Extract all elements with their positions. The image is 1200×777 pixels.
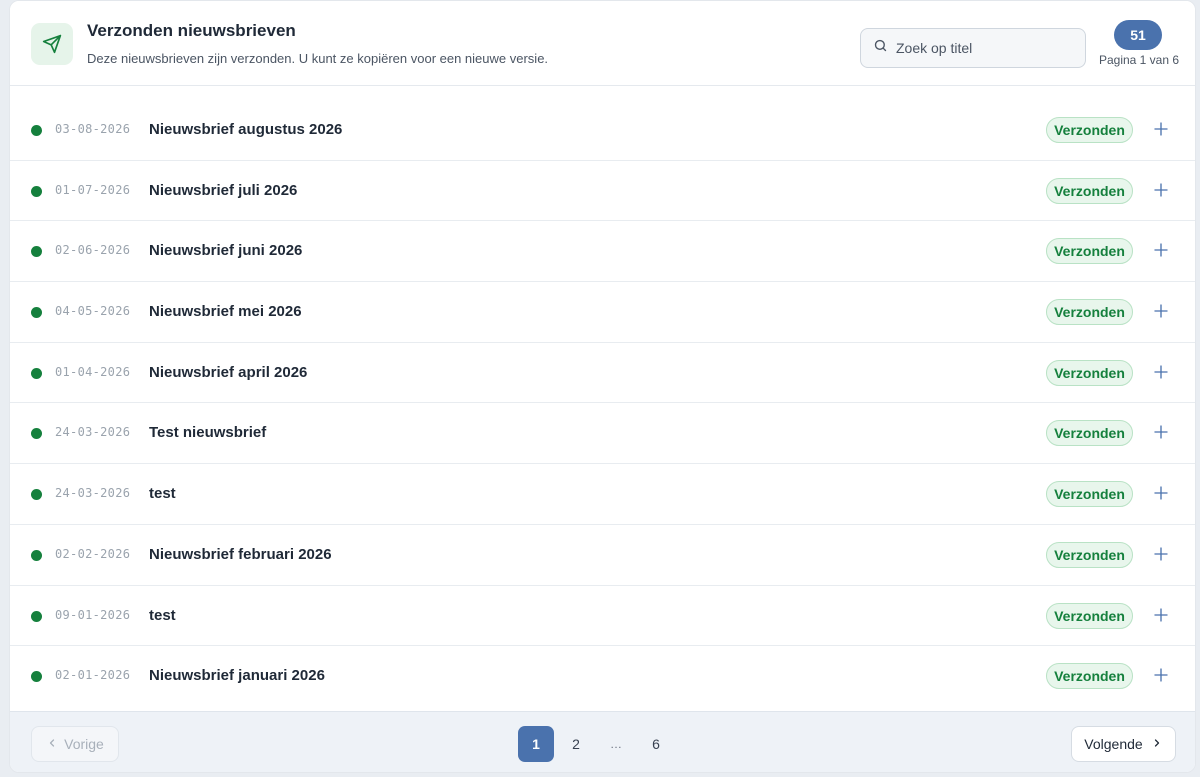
status-dot xyxy=(31,549,42,561)
status-badge: Verzonden xyxy=(1046,481,1133,508)
newsletter-row[interactable]: 02-06-2026 Nieuwsbrief juni 2026 Verzonden xyxy=(10,221,1195,283)
status-badge: Verzonden xyxy=(1046,420,1133,447)
status-dot xyxy=(31,125,42,136)
chevron-left-icon xyxy=(46,736,58,752)
page-button-2[interactable]: 2 xyxy=(558,726,594,762)
newsletter-title: test xyxy=(149,606,176,624)
newsletter-title: Nieuwsbrief augustus 2026 xyxy=(149,121,343,138)
newsletter-row[interactable]: 01-04-2026 Nieuwsbrief april 2026 Verzonde… xyxy=(10,343,1195,404)
copy-plus-icon[interactable] xyxy=(1150,118,1172,140)
next-label: Volgende xyxy=(1084,736,1143,752)
status-dot xyxy=(31,307,42,319)
newsletter-date: 02-02-2026 xyxy=(55,546,131,561)
page-ellipsis: … xyxy=(610,737,622,751)
status-dot xyxy=(31,489,42,501)
status-badge: Verzonden xyxy=(1046,238,1133,265)
newsletter-title: Nieuwsbrief februari 2026 xyxy=(149,545,332,563)
copy-plus-icon[interactable] xyxy=(1150,664,1172,686)
newsletter-row[interactable]: 03-08-2026 Nieuwsbrief augustus 2026 Verzo… xyxy=(10,100,1195,161)
page-button-1[interactable]: 1 xyxy=(518,726,554,762)
newsletter-title: test xyxy=(149,485,176,503)
copy-plus-icon[interactable] xyxy=(1150,361,1172,383)
newsletter-date: 09-01-2026 xyxy=(55,607,131,622)
status-dot xyxy=(31,185,42,197)
previous-label: Vorige xyxy=(64,736,104,752)
pagination-footer: Vorige 1 2 … 6 Volgende xyxy=(10,711,1195,772)
newsletter-row[interactable]: 01-07-2026 Nieuwsbrief juli 2026 Verzonden xyxy=(10,161,1195,222)
status-badge: Verzonden xyxy=(1046,541,1133,568)
newsletter-date: 01-04-2026 xyxy=(55,364,131,379)
status-dot xyxy=(31,367,42,379)
page-button-6[interactable]: 6 xyxy=(638,726,674,762)
newsletter-date: 24-03-2026 xyxy=(55,486,131,501)
newsletter-title: Test nieuwsbrief xyxy=(149,424,267,442)
next-button[interactable]: Volgende xyxy=(1071,726,1176,762)
newsletter-date: 01-07-2026 xyxy=(55,182,131,197)
search-input[interactable] xyxy=(896,40,1076,56)
newsletter-row[interactable]: 24-03-2026 test Verzonden xyxy=(10,464,1195,525)
page-numbers: 1 2 … 6 xyxy=(518,726,678,762)
copy-plus-icon[interactable] xyxy=(1150,179,1172,201)
copy-plus-icon[interactable] xyxy=(1150,482,1172,504)
newsletter-title: Nieuwsbrief juni 2026 xyxy=(149,242,303,260)
status-dot xyxy=(31,671,42,683)
copy-plus-icon[interactable] xyxy=(1150,421,1172,443)
newsletter-title: Nieuwsbrief juli 2026 xyxy=(149,181,298,199)
newsletter-row[interactable]: 24-03-2026 Test nieuwsbrief Verzonden xyxy=(10,403,1195,465)
status-badge: Verzonden xyxy=(1046,177,1133,204)
total-count-badge: 51 xyxy=(1114,20,1162,50)
newsletter-date: 02-06-2026 xyxy=(55,243,131,258)
newsletter-date: 03-08-2026 xyxy=(55,122,131,136)
status-badge: Verzonden xyxy=(1046,117,1133,143)
newsletter-row[interactable]: 02-01-2026 Nieuwsbrief januari 2026 Verzon… xyxy=(10,646,1195,707)
copy-plus-icon[interactable] xyxy=(1150,604,1172,626)
copy-plus-icon[interactable] xyxy=(1150,543,1172,565)
status-badge: Verzonden xyxy=(1046,299,1133,326)
page-title: Verzonden nieuwsbrieven xyxy=(87,21,296,40)
newsletter-row[interactable]: 02-02-2026 Nieuwsbrief februari 2026 Verzo… xyxy=(10,525,1195,586)
newsletter-row[interactable]: 04-05-2026 Nieuwsbrief mei 2026 Verzonden xyxy=(10,282,1195,343)
copy-plus-icon[interactable] xyxy=(1150,300,1172,322)
previous-button[interactable]: Vorige xyxy=(31,726,119,762)
search-icon xyxy=(873,38,888,58)
newsletter-date: 02-01-2026 xyxy=(55,668,131,683)
sent-newsletters-card: Verzonden nieuwsbrieven Deze nieuwsbriev… xyxy=(9,0,1196,773)
newsletter-date: 24-03-2026 xyxy=(55,425,131,440)
page-subtitle: Deze nieuwsbrieven zijn verzonden. U kun… xyxy=(87,51,549,66)
status-dot xyxy=(31,610,42,622)
chevron-right-icon xyxy=(1151,736,1163,752)
status-dot xyxy=(31,246,42,258)
newsletter-row[interactable]: 09-01-2026 test Verzonden xyxy=(10,586,1195,647)
status-badge: Verzonden xyxy=(1046,359,1133,386)
newsletter-date: 04-05-2026 xyxy=(55,304,131,319)
send-icon xyxy=(31,23,73,65)
newsletter-title: Nieuwsbrief mei 2026 xyxy=(149,303,302,321)
search-box[interactable] xyxy=(860,28,1086,68)
status-badge: Verzonden xyxy=(1046,663,1133,690)
newsletter-list: 03-08-2026 Nieuwsbrief augustus 2026 Verzo… xyxy=(10,100,1195,707)
header: Verzonden nieuwsbrieven Deze nieuwsbriev… xyxy=(10,1,1195,86)
newsletter-title: Nieuwsbrief januari 2026 xyxy=(149,667,325,685)
copy-plus-icon[interactable] xyxy=(1150,239,1172,261)
newsletter-title: Nieuwsbrief april 2026 xyxy=(149,363,308,381)
status-dot xyxy=(31,428,42,440)
status-badge: Verzonden xyxy=(1046,602,1133,629)
page-info: Pagina 1 van 6 xyxy=(1098,53,1180,67)
